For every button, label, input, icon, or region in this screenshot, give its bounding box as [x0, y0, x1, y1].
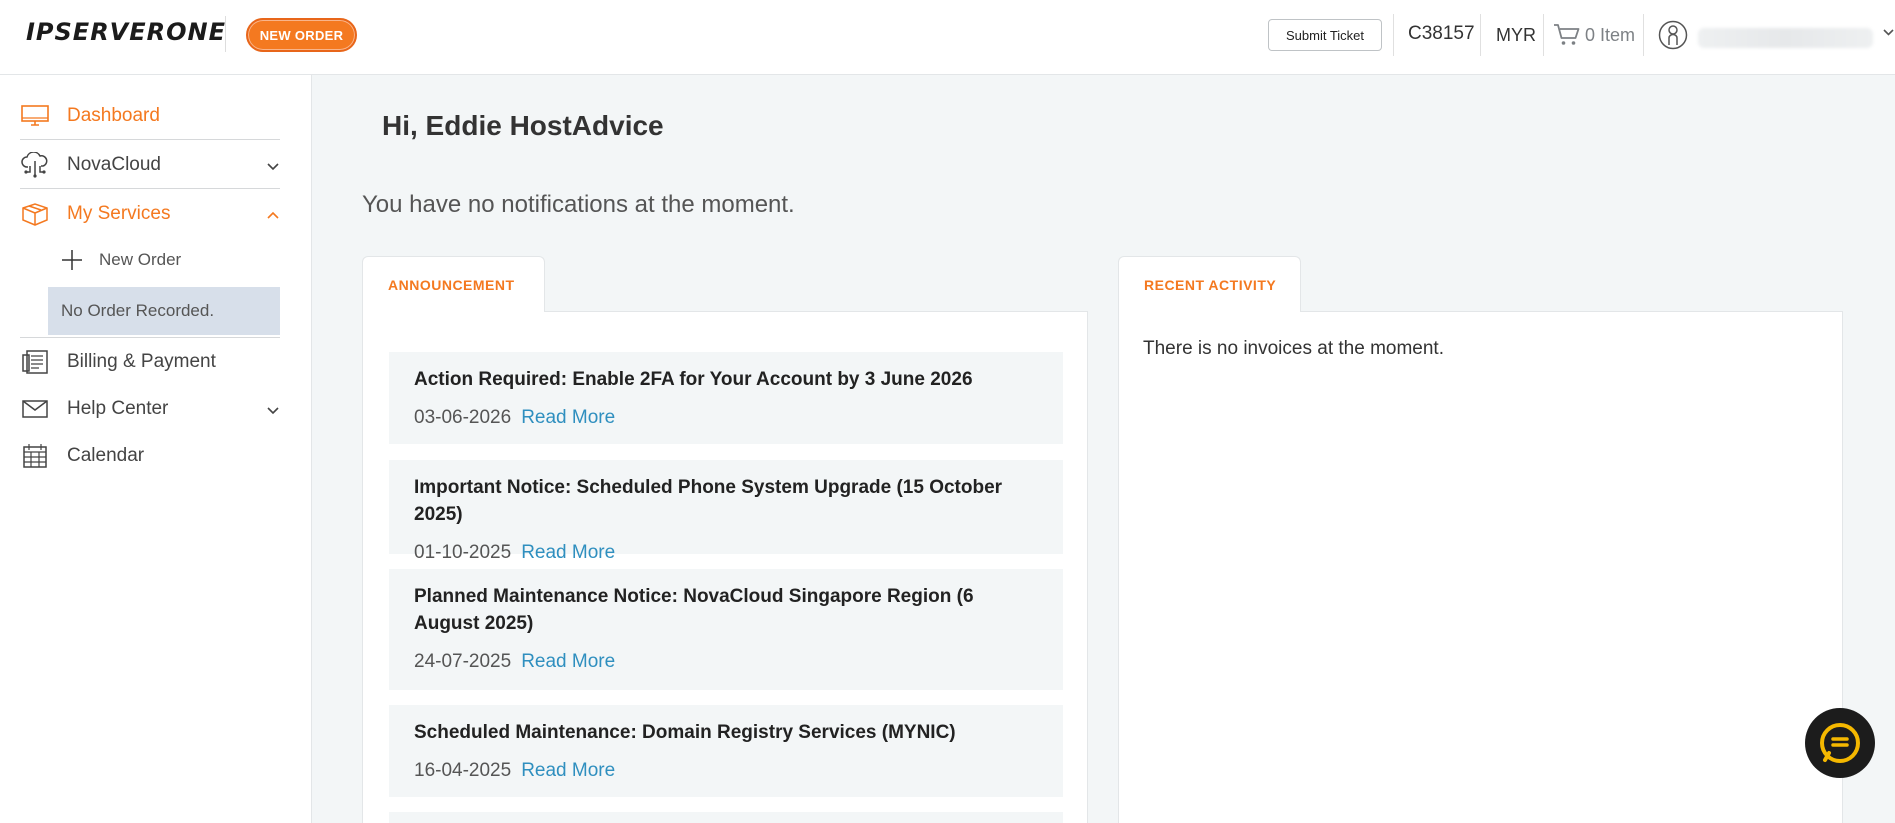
announcement-title[interactable]: Planned Maintenance Notice: NovaCloud Si…: [414, 583, 1038, 637]
chevron-down-icon: [267, 163, 279, 171]
chevron-up-icon: [267, 211, 279, 219]
cart-button[interactable]: 0 Item: [1553, 22, 1635, 48]
calendar-icon: [20, 443, 50, 469]
sidebar-item-label: Billing & Payment: [67, 351, 216, 372]
submit-ticket-button[interactable]: Submit Ticket: [1268, 19, 1382, 51]
header-divider: [1543, 14, 1544, 56]
monitor-icon: [20, 103, 50, 129]
sidebar-item-novacloud[interactable]: NovaCloud: [20, 142, 280, 188]
sidebar-item-calendar[interactable]: Calendar: [20, 433, 280, 479]
currency-selector[interactable]: MYR: [1496, 25, 1536, 46]
announcement-item[interactable]: Important Notice: Scheduled Phone System…: [389, 460, 1063, 563]
sidebar-item-label: Calendar: [67, 445, 145, 466]
sidebar-item-label: NovaCloud: [67, 154, 161, 175]
sidebar-item-label: Dashboard: [67, 105, 160, 126]
recent-activity-message: There is no invoices at the moment.: [1143, 338, 1444, 359]
announcement-title[interactable]: Important Notice: Scheduled Phone System…: [414, 474, 1038, 528]
announcement-item[interactable]: Planned Maintenance Notice: NovaCloud Si…: [389, 569, 1063, 690]
read-more-link[interactable]: Read More: [521, 760, 615, 781]
billing-icon: [20, 349, 50, 375]
envelope-icon: [20, 396, 50, 422]
username-redacted[interactable]: [1698, 28, 1873, 48]
nav-divider: [20, 139, 280, 140]
announcement-item[interactable]: Scheduled Maintenance: Domain Registry S…: [389, 705, 1063, 797]
recent-activity-panel: There is no invoices at the moment.: [1118, 311, 1843, 823]
top-header: IPSERVERONE NEW ORDER Submit Ticket C381…: [0, 0, 1895, 75]
sidebar-item-label: Help Center: [67, 398, 169, 419]
cloud-icon: [20, 152, 50, 178]
notifications-message: You have no notifications at the moment.: [362, 191, 795, 218]
nav-divider: [20, 337, 280, 338]
announcement-item[interactable]: Action Required: Enable 2FA for Your Acc…: [389, 352, 1063, 444]
announcement-date: 16-04-2025: [414, 760, 512, 781]
no-order-message: No Order Recorded.: [48, 287, 280, 335]
header-divider: [1393, 14, 1394, 56]
announcement-panel: Action Required: Enable 2FA for Your Acc…: [362, 311, 1088, 823]
cart-label: 0 Item: [1585, 24, 1636, 45]
chat-button[interactable]: [1805, 708, 1875, 778]
read-more-link[interactable]: Read More: [521, 407, 615, 428]
announcement-title[interactable]: Action Required: Enable 2FA for Your Acc…: [414, 366, 1038, 393]
announcement-date: 03-06-2026: [414, 407, 512, 428]
sidebar-item-help-center[interactable]: Help Center: [20, 386, 280, 432]
tab-announcement[interactable]: ANNOUNCEMENT: [362, 256, 545, 312]
announcement-date: 24-07-2025: [414, 651, 512, 672]
announcement-item[interactable]: [389, 812, 1063, 823]
sidebar: Dashboard NovaCloud My Services New Orde…: [0, 75, 312, 823]
ipserverone-logo[interactable]: IPSERVERONE: [26, 18, 226, 46]
plus-icon: [62, 250, 82, 270]
cart-icon: [1554, 24, 1580, 45]
chat-bubble-icon: [1820, 723, 1860, 763]
sub-item-new-order[interactable]: New Order: [60, 245, 181, 275]
header-divider: [1643, 14, 1644, 56]
new-order-button[interactable]: NEW ORDER: [246, 18, 357, 52]
page-title: Hi, Eddie HostAdvice: [382, 110, 664, 141]
header-divider: [1480, 14, 1481, 56]
client-id: C38157: [1408, 23, 1475, 44]
sidebar-item-label: My Services: [67, 203, 171, 224]
chevron-down-icon[interactable]: [1882, 26, 1895, 39]
nav-divider: [20, 188, 280, 189]
sidebar-item-billing[interactable]: Billing & Payment: [20, 339, 280, 385]
user-avatar-icon[interactable]: [1658, 20, 1688, 50]
announcement-date: 01-10-2025: [414, 542, 512, 563]
announcement-title[interactable]: Scheduled Maintenance: Domain Registry S…: [414, 719, 1038, 746]
box-icon: [20, 201, 50, 227]
sidebar-item-dashboard[interactable]: Dashboard: [20, 93, 280, 139]
tab-recent-activity[interactable]: RECENT ACTIVITY: [1118, 256, 1301, 312]
sidebar-item-my-services[interactable]: My Services: [20, 191, 280, 237]
read-more-link[interactable]: Read More: [521, 651, 615, 672]
sub-item-label: New Order: [99, 250, 182, 269]
chevron-down-icon: [267, 407, 279, 415]
read-more-link[interactable]: Read More: [521, 542, 615, 563]
logo-divider: [225, 16, 226, 52]
